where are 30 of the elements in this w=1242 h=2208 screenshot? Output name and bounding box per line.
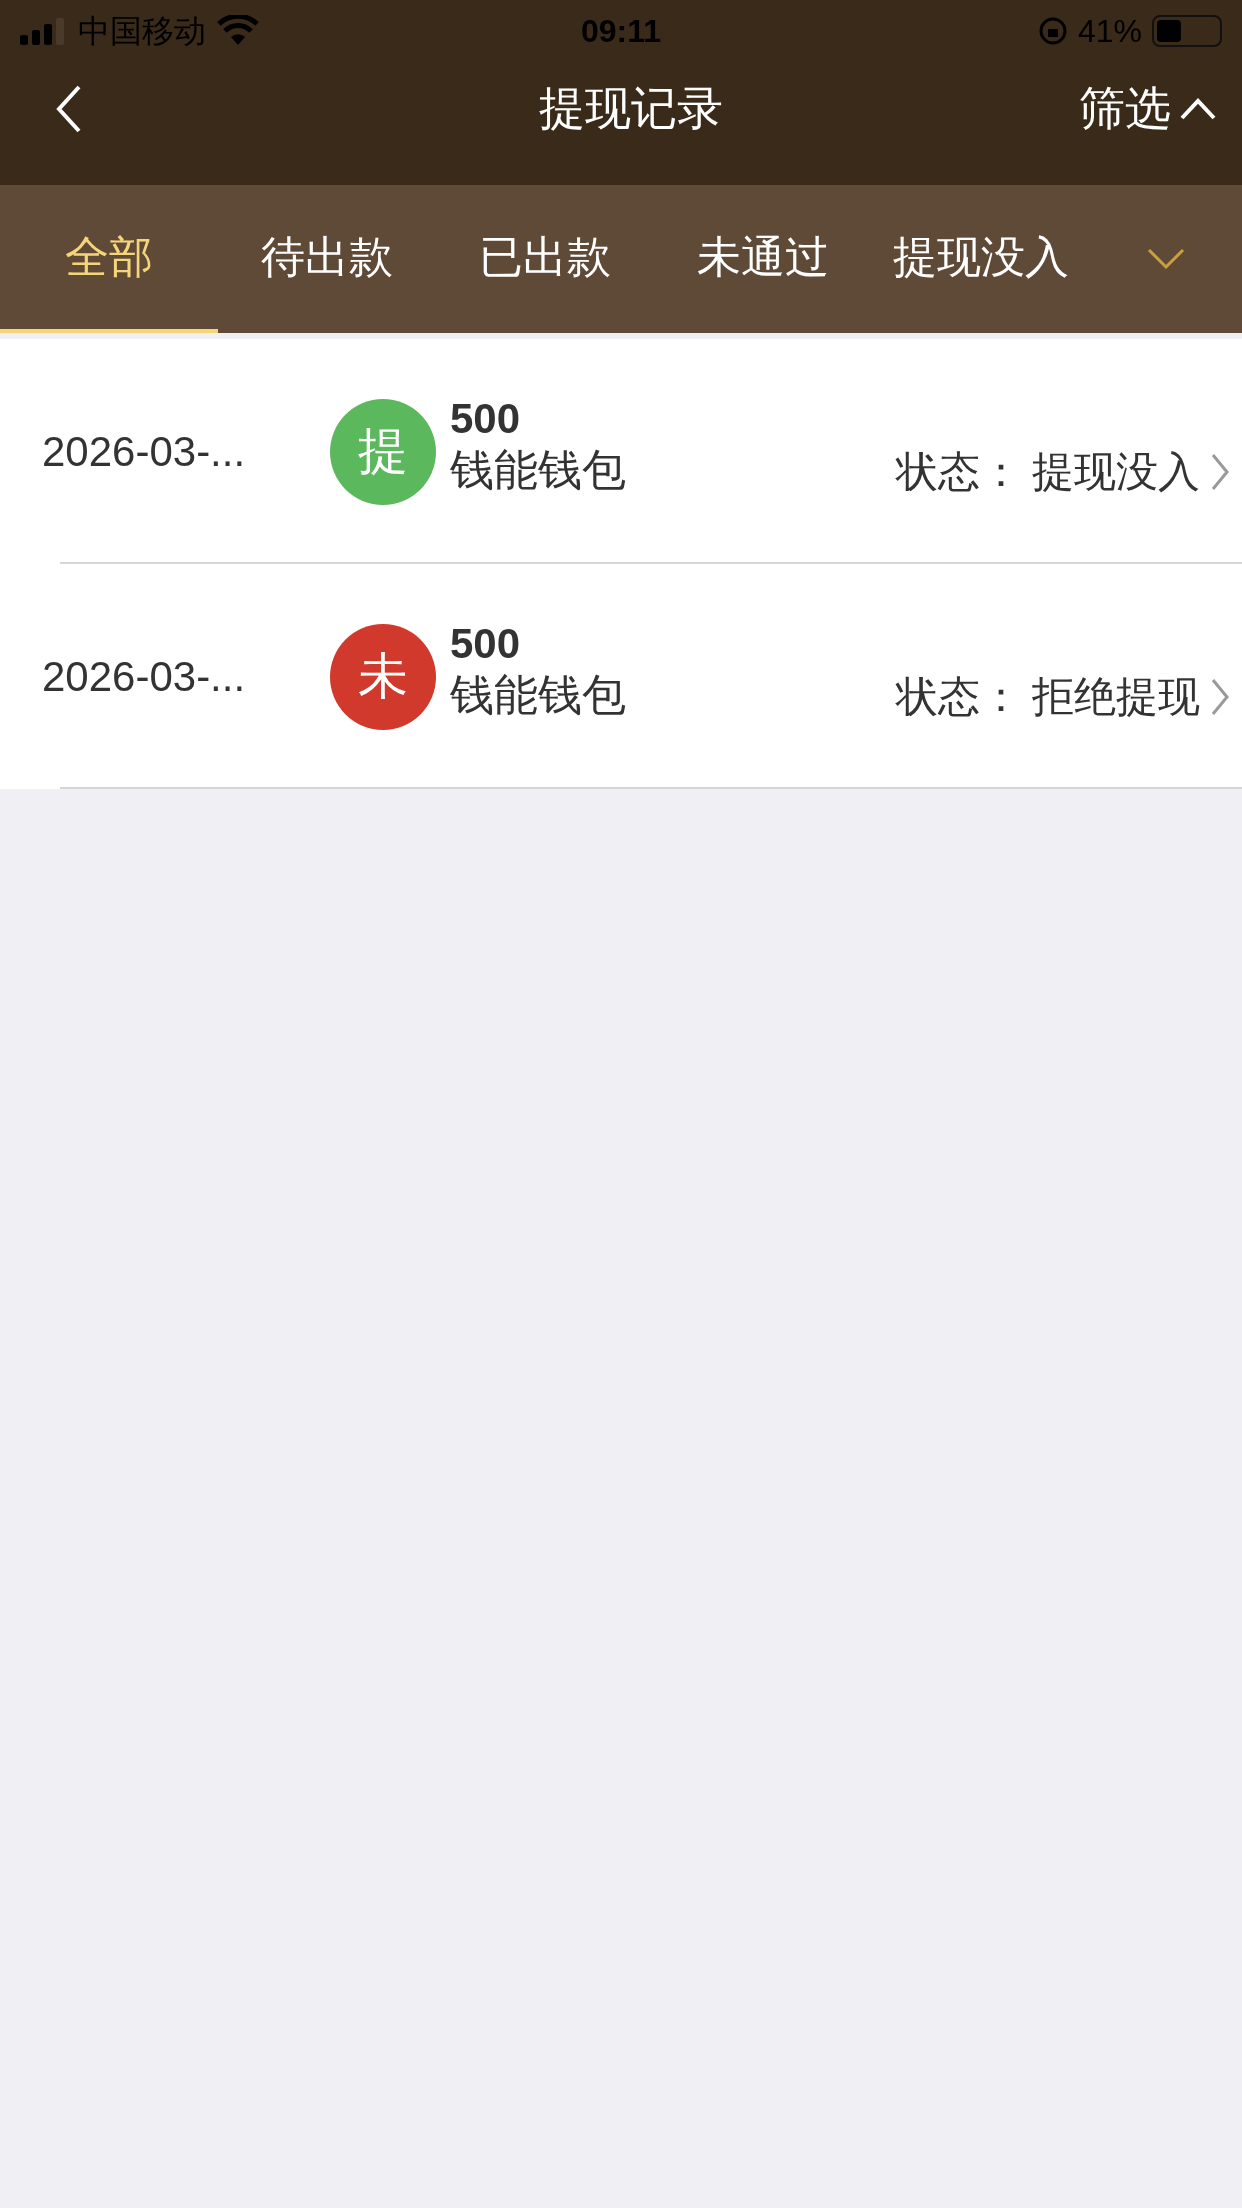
battery-icon	[1152, 15, 1222, 47]
battery-percent: 41%	[1077, 12, 1142, 51]
wifi-icon	[216, 15, 260, 47]
status-badge: 提	[330, 398, 436, 505]
page-title: 提现记录	[539, 81, 723, 136]
rotation-lock-icon	[1037, 16, 1068, 46]
record-date: 2026-03-...	[42, 427, 247, 477]
back-icon[interactable]	[55, 83, 83, 134]
filter-tab[interactable]: 未通过	[654, 185, 872, 333]
status-badge: 未	[330, 623, 436, 730]
status-label: 状态：	[896, 447, 1022, 497]
status-time: 09:11	[580, 12, 662, 51]
record-amount: 500	[450, 393, 522, 444]
caret-icon	[1179, 96, 1217, 121]
wallet-name: 钱能钱包	[450, 444, 626, 497]
chevron-right-icon[interactable]	[1210, 451, 1230, 492]
chevron-right-icon[interactable]	[1210, 676, 1230, 717]
carrier-name: 中国移动	[78, 12, 206, 51]
filter-tab[interactable]: 已出款	[436, 185, 654, 333]
wallet-name: 钱能钱包	[450, 669, 626, 722]
filter-tab[interactable]: 提现没入	[872, 185, 1090, 333]
filter-tab[interactable]: 待出款	[218, 185, 436, 333]
chevron-down-icon[interactable]	[1146, 247, 1186, 271]
record-date: 2026-03-...	[42, 652, 247, 702]
status-value: 拒绝提现	[1032, 672, 1200, 722]
filter-button[interactable]: 筛选	[1079, 74, 1217, 143]
record-amount: 500	[450, 618, 522, 669]
status-value: 提现没入	[1032, 447, 1200, 497]
status-label: 状态：	[896, 672, 1022, 722]
filter-tab[interactable]: 全部	[0, 185, 218, 333]
